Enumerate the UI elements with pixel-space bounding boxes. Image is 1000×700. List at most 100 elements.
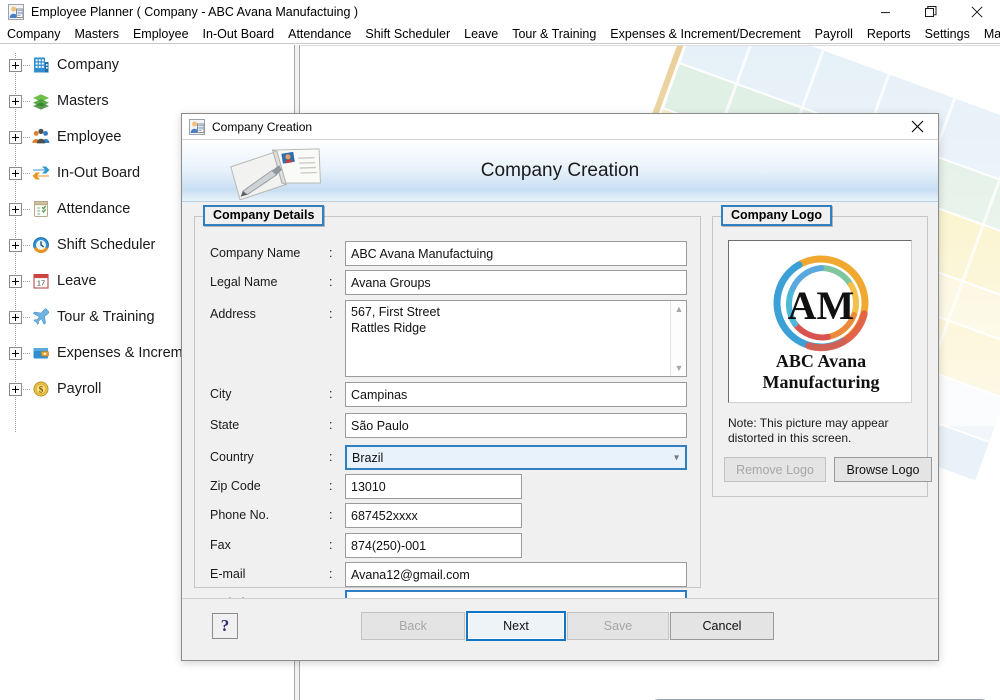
menu-item-employee[interactable]: Employee: [126, 26, 196, 42]
company-creation-dialog: Company Creation Company Creation Compan…: [181, 113, 939, 661]
dialog-titlebar: Company Creation: [182, 114, 938, 140]
state-colon: :: [329, 418, 333, 432]
tree-dash: [23, 100, 31, 102]
menu-item-mail[interactable]: Mail: [977, 26, 1000, 42]
expand-icon[interactable]: [9, 310, 22, 324]
expand-icon[interactable]: [9, 130, 22, 144]
close-button[interactable]: [954, 0, 1000, 24]
expand-icon[interactable]: [9, 274, 22, 288]
fax-colon: :: [329, 538, 333, 552]
menu-item-in-out-board[interactable]: In-Out Board: [196, 26, 282, 42]
phone-input[interactable]: [345, 503, 522, 528]
logo-note: Note: This picture may appear distorted …: [728, 416, 889, 445]
menu-item-reports[interactable]: Reports: [860, 26, 918, 42]
fax-input[interactable]: [345, 533, 522, 558]
zip-code-label: Zip Code: [210, 479, 261, 493]
menu-item-expenses[interactable]: Expenses & Increment/Decrement: [603, 26, 807, 42]
expand-icon[interactable]: [9, 94, 22, 108]
expand-icon[interactable]: [9, 58, 22, 72]
expand-icon[interactable]: [9, 166, 22, 180]
back-button[interactable]: Back: [361, 612, 465, 640]
window-title: Employee Planner ( Company - ABC Avana M…: [31, 4, 359, 19]
menu-item-attendance[interactable]: Attendance: [281, 26, 358, 42]
expand-icon[interactable]: [9, 202, 22, 216]
maximize-button[interactable]: [908, 0, 954, 24]
sidebar-item-label: Masters: [57, 93, 109, 109]
expand-icon[interactable]: [9, 238, 22, 252]
expand-icon[interactable]: [9, 382, 22, 396]
sidebar-item-label: Attendance: [57, 201, 131, 217]
tree-dash: [23, 208, 31, 210]
menu-item-settings[interactable]: Settings: [918, 26, 977, 42]
company-creation-icon: [189, 118, 205, 135]
dialog-close-button[interactable]: [896, 114, 938, 140]
legal-name-input[interactable]: [345, 270, 687, 295]
cancel-button[interactable]: Cancel: [670, 612, 774, 640]
help-button[interactable]: ?: [212, 613, 238, 639]
save-button[interactable]: Save: [567, 612, 669, 640]
zip-code-input[interactable]: [345, 474, 522, 499]
sidebar-item-label: Leave: [57, 273, 97, 289]
next-button[interactable]: Next: [466, 611, 566, 641]
address-label: Address: [210, 307, 256, 321]
layers-icon: [31, 91, 51, 111]
company-name-colon: :: [329, 246, 333, 260]
email-input[interactable]: [345, 562, 687, 587]
company-details-legend: Company Details: [203, 205, 325, 226]
remove-logo-button[interactable]: Remove Logo: [724, 457, 826, 482]
menu-item-masters[interactable]: Masters: [68, 26, 126, 42]
tree-dash: [23, 172, 31, 174]
address-scrollbar[interactable]: ▲ ▼: [670, 301, 686, 376]
tree-dash: [23, 244, 31, 246]
tree-dash: [23, 280, 31, 282]
calendar-icon: 17: [31, 271, 51, 291]
country-label: Country: [210, 450, 254, 464]
expand-icon[interactable]: [9, 346, 22, 360]
country-colon: :: [329, 450, 333, 464]
wallet-icon: [31, 343, 51, 363]
scroll-up-icon[interactable]: ▲: [671, 301, 686, 317]
address-textarea-wrapper: 567, First Street Rattles Ridge ▲ ▼: [345, 300, 687, 377]
country-select[interactable]: Brazil ▾: [345, 445, 687, 470]
application-window: Employee Planner ( Company - ABC Avana M…: [0, 0, 1000, 700]
state-input[interactable]: [345, 413, 687, 438]
legal-name-colon: :: [329, 275, 333, 289]
country-selected-value: Brazil: [352, 450, 384, 465]
city-input[interactable]: [345, 382, 687, 407]
tree-dash: [23, 64, 31, 66]
email-colon: :: [329, 567, 333, 581]
dialog-banner: Company Creation: [182, 140, 938, 202]
window-titlebar: Employee Planner ( Company - ABC Avana M…: [0, 0, 1000, 24]
company-logo-legend: Company Logo: [721, 205, 832, 226]
employee-planner-icon: [8, 3, 24, 20]
menu-item-shift-scheduler[interactable]: Shift Scheduler: [358, 26, 457, 42]
scroll-down-icon[interactable]: ▼: [671, 360, 686, 376]
sidebar-item-label: Company: [57, 57, 120, 73]
logo-line-1: ABC Avana: [776, 351, 866, 371]
city-colon: :: [329, 387, 333, 401]
tree-dash: [23, 388, 31, 390]
logo-monogram: AM: [788, 283, 855, 328]
menu-item-payroll[interactable]: Payroll: [808, 26, 860, 42]
menu-item-tour-training[interactable]: Tour & Training: [505, 26, 603, 42]
company-name-input[interactable]: [345, 241, 687, 266]
menu-item-company[interactable]: Company: [0, 26, 68, 42]
sidebar-item-label: In-Out Board: [57, 165, 141, 181]
browse-logo-button[interactable]: Browse Logo: [834, 457, 932, 482]
address-input[interactable]: 567, First Street Rattles Ridge: [346, 301, 686, 376]
company-logo-preview[interactable]: AM ABC Avana Manufacturing: [728, 240, 912, 403]
dialog-body: Company Details Company Name : Legal Nam…: [182, 202, 938, 617]
zip-code-colon: :: [329, 479, 333, 493]
minimize-button[interactable]: [862, 0, 908, 24]
phone-colon: :: [329, 508, 333, 522]
svg-text:$: $: [39, 384, 44, 394]
sidebar-item-label: Payroll: [57, 381, 102, 397]
clipboard-icon: [31, 199, 51, 219]
tree-dash: [23, 352, 31, 354]
fax-label: Fax: [210, 538, 231, 552]
airplane-icon: [31, 307, 51, 327]
address-colon: :: [329, 307, 333, 321]
chevron-down-icon: ▾: [673, 452, 679, 463]
menu-item-leave[interactable]: Leave: [457, 26, 505, 42]
sidebar-item-company[interactable]: Company: [0, 47, 294, 83]
